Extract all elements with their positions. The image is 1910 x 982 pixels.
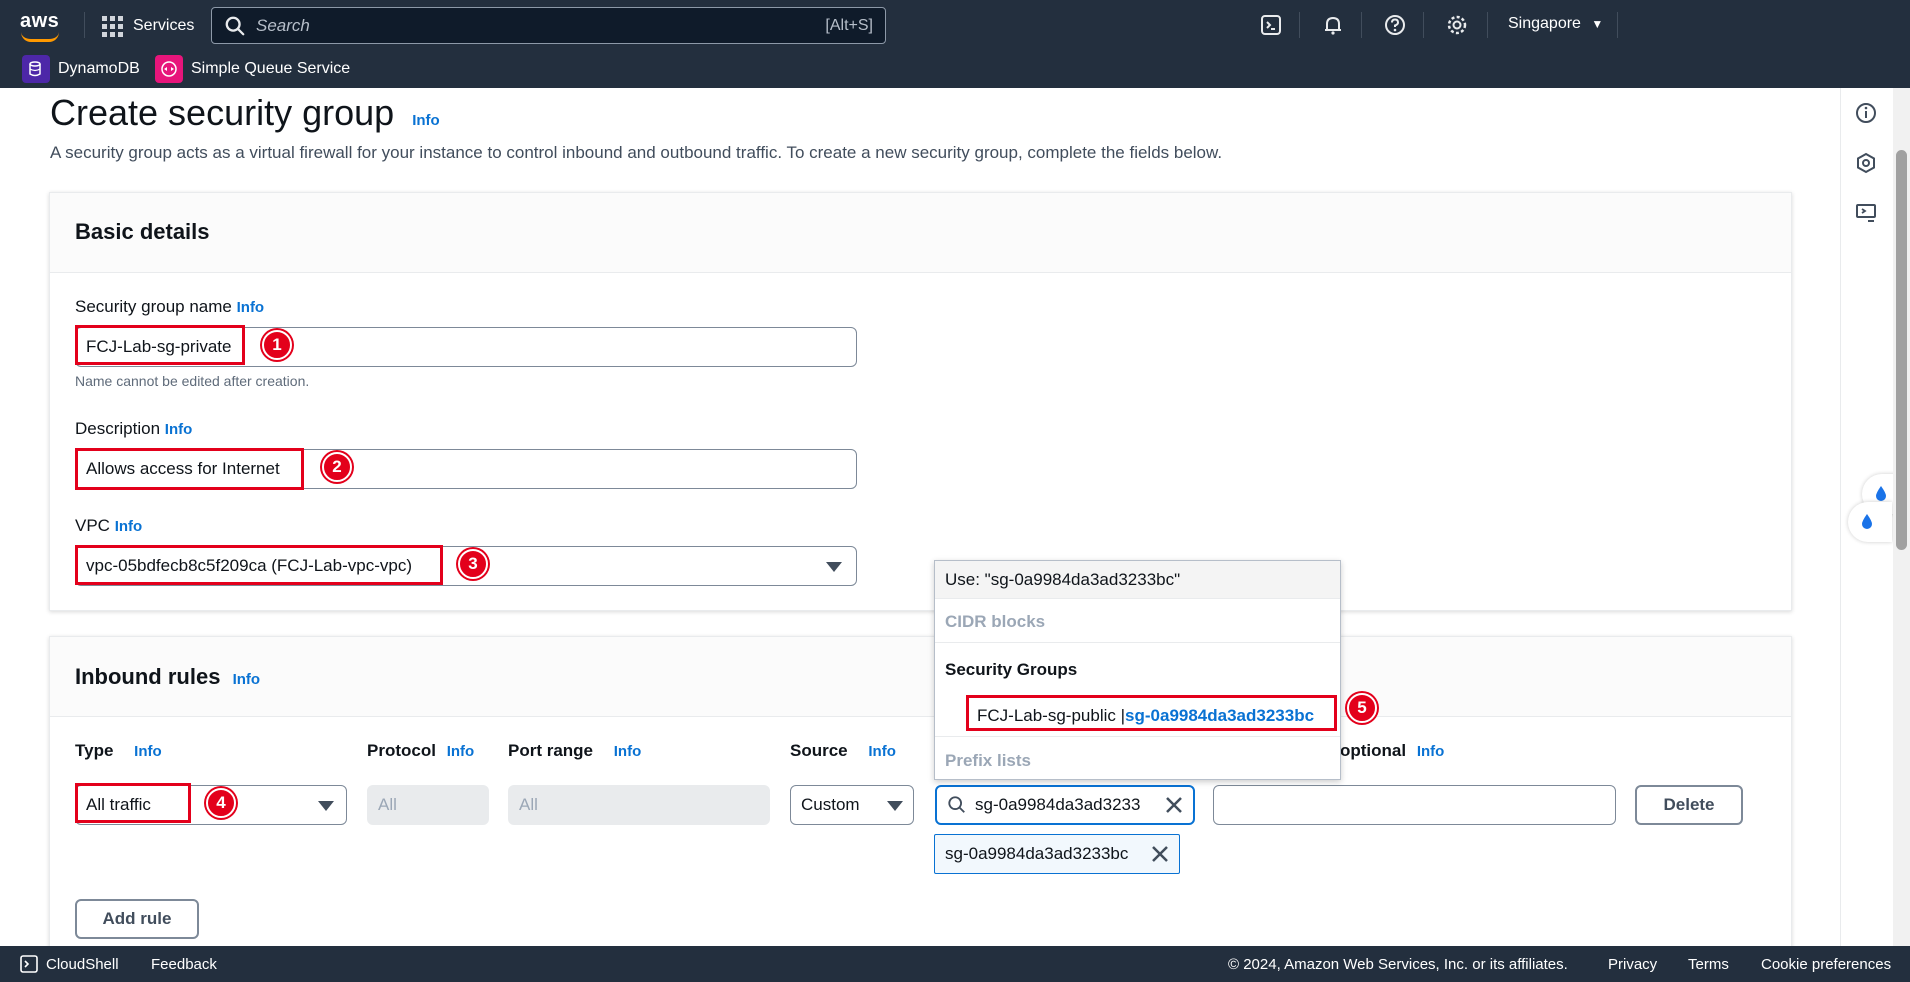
- source-dropdown: Use: "sg-0a9984da3ad3233bc" CIDR blocks …: [934, 560, 1341, 780]
- inbound-rules-panel: Inbound rules Info Type Info Protocol In…: [49, 636, 1792, 956]
- rule-description-input[interactable]: [1213, 785, 1616, 825]
- protocol-field: All: [367, 785, 489, 825]
- dropdown-group-security-groups: Security Groups: [945, 660, 1078, 679]
- basic-details-title: Basic details: [75, 219, 210, 244]
- page-info-link[interactable]: Info: [412, 112, 440, 129]
- clear-search-icon[interactable]: [1165, 796, 1183, 814]
- remove-token-icon[interactable]: [1151, 845, 1169, 863]
- vpc-label: VPC Info: [75, 516, 143, 535]
- type-info-link[interactable]: Info: [134, 743, 162, 760]
- type-caret-icon: [318, 801, 334, 811]
- region-selector[interactable]: Singapore ▼: [1508, 15, 1603, 33]
- services-menu-button[interactable]: Services: [102, 13, 194, 39]
- footer-terms-link[interactable]: Terms: [1688, 956, 1729, 973]
- add-rule-button[interactable]: Add rule: [75, 899, 199, 939]
- security-hex-icon[interactable]: [1854, 151, 1878, 175]
- source-select[interactable]: Custom: [790, 785, 914, 825]
- settings-gear-icon[interactable]: [1444, 12, 1470, 38]
- sqs-icon: [155, 55, 183, 83]
- region-caret-icon: ▼: [1591, 17, 1604, 31]
- cloudshell-footer-icon[interactable]: [20, 955, 38, 973]
- protocol-info-link[interactable]: Info: [447, 743, 475, 760]
- annotation-badge-2: 2: [322, 452, 352, 482]
- floating-extension-icon-2[interactable]: [1848, 502, 1892, 542]
- annotation-box-1: [75, 325, 245, 365]
- col-source: Source Info: [790, 741, 896, 760]
- page-title: Create security group Info: [50, 92, 440, 133]
- port-range-field: All: [508, 785, 770, 825]
- services-grid-icon: [102, 15, 123, 37]
- port-range-info-link[interactable]: Info: [614, 743, 642, 760]
- footer-feedback-link[interactable]: Feedback: [151, 956, 217, 973]
- selected-source-token: sg-0a9984da3ad3233bc: [934, 834, 1180, 874]
- footer-cookie-preferences-link[interactable]: Cookie preferences: [1761, 956, 1891, 973]
- favorite-dynamodb[interactable]: DynamoDB: [22, 55, 140, 83]
- search-placeholder: Search: [256, 15, 310, 35]
- feedback-screen-icon[interactable]: [1854, 201, 1878, 225]
- services-label: Services: [133, 17, 195, 34]
- annotation-badge-1: 1: [262, 330, 292, 360]
- annotation-box-4: [75, 783, 191, 823]
- sg-name-hint: Name cannot be edited after creation.: [75, 373, 310, 389]
- nav-divider: [84, 12, 85, 38]
- aws-smile-icon: [21, 32, 59, 42]
- search-icon: [225, 16, 245, 35]
- annotation-badge-5: 5: [1347, 693, 1377, 723]
- annotation-box-2: [75, 448, 304, 490]
- top-navigation: aws Services Search [Alt+S] Singapore ▼: [0, 0, 1910, 50]
- dropdown-group-prefix-lists: Prefix lists: [945, 751, 1031, 770]
- help-icon[interactable]: [1382, 12, 1408, 38]
- search-input[interactable]: Search [Alt+S]: [211, 7, 886, 44]
- annotation-badge-4: 4: [206, 788, 236, 818]
- annotation-box-5: [966, 695, 1337, 731]
- favorite-sqs[interactable]: Simple Queue Service: [155, 55, 350, 83]
- annotation-box-3: [75, 545, 443, 585]
- cloudshell-icon[interactable]: [1258, 12, 1284, 38]
- console-footer: CloudShell Feedback © 2024, Amazon Web S…: [0, 946, 1910, 982]
- col-port-range: Port range Info: [508, 741, 642, 760]
- sg-name-label: Security group name Info: [75, 297, 265, 316]
- page-description: A security group acts as a virtual firew…: [50, 143, 1223, 162]
- scrollbar-thumb[interactable]: [1896, 150, 1907, 550]
- col-description-optional: optional Info: [1340, 741, 1445, 760]
- aws-logo[interactable]: aws: [20, 10, 64, 42]
- inbound-rules-title: Inbound rules Info: [75, 664, 261, 689]
- notifications-bell-icon[interactable]: [1320, 12, 1346, 38]
- description-info-link[interactable]: Info: [165, 421, 193, 438]
- description-info-link-2[interactable]: Info: [1417, 743, 1445, 760]
- footer-copyright: © 2024, Amazon Web Services, Inc. or its…: [1228, 956, 1568, 973]
- description-label: Description Info: [75, 419, 193, 438]
- footer-privacy-link[interactable]: Privacy: [1608, 956, 1657, 973]
- footer-cloudshell-link[interactable]: CloudShell: [46, 956, 119, 973]
- inbound-info-link[interactable]: Info: [233, 671, 261, 688]
- sg-name-info-link[interactable]: Info: [237, 299, 265, 316]
- dropdown-group-cidr: CIDR blocks: [935, 601, 1340, 643]
- dynamodb-icon: [22, 55, 50, 83]
- source-info-link[interactable]: Info: [868, 743, 896, 760]
- search-shortcut: [Alt+S]: [825, 16, 873, 34]
- dropdown-use-option[interactable]: Use: "sg-0a9984da3ad3233bc": [935, 561, 1340, 599]
- vpc-info-link[interactable]: Info: [115, 518, 143, 535]
- info-panel-icon[interactable]: [1854, 101, 1878, 125]
- search-icon: [948, 796, 965, 813]
- annotation-badge-3: 3: [458, 549, 488, 579]
- delete-rule-button[interactable]: Delete: [1635, 785, 1743, 825]
- col-protocol: Protocol Info: [367, 741, 475, 760]
- vpc-caret-icon: [826, 562, 842, 572]
- source-search-input[interactable]: sg-0a9984da3ad3233: [935, 785, 1195, 825]
- col-type: Type Info: [75, 741, 162, 760]
- source-caret-icon: [887, 801, 903, 811]
